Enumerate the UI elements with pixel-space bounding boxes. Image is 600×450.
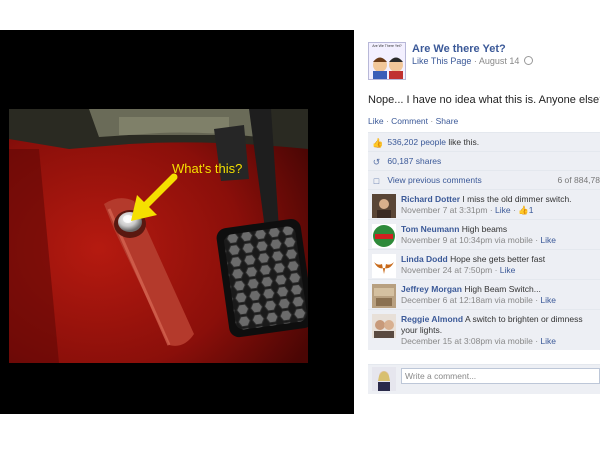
shares-count[interactable]: 60,187 shares <box>387 156 441 166</box>
comment-item: Tom Neumann High beams November 9 at 10:… <box>368 219 600 249</box>
comment-like-link[interactable]: Like <box>540 235 556 245</box>
comment-time[interactable]: December 15 at 3:08pm via mobile <box>401 336 533 346</box>
comment-item: Linda Dodd Hope she gets better fast Nov… <box>368 249 600 279</box>
commenter-avatar[interactable] <box>372 194 396 218</box>
post-sidebar: Are We There Yet? Are We there Yet? Like… <box>361 30 600 414</box>
page-avatar-text: Are We There Yet? <box>372 44 402 48</box>
shares-row: ↺ 60,187 shares <box>368 151 600 170</box>
comment-item: Jeffrey Morgan High Beam Switch... Decem… <box>368 279 600 309</box>
comment-meta: December 15 at 3:08pm via mobile · Like <box>401 336 556 346</box>
comment-text: Hope she gets better fast <box>450 254 546 264</box>
commenter-avatar[interactable] <box>372 284 396 308</box>
comment-bubble-icon: □ <box>373 176 380 186</box>
like-action[interactable]: Like <box>368 116 384 126</box>
comment-text: I miss the old dimmer switch. <box>462 194 572 204</box>
comment-time[interactable]: November 24 at 7:50pm <box>401 265 492 275</box>
comment-like-link[interactable]: Like <box>540 295 556 305</box>
comment-like-link[interactable]: Like <box>500 265 516 275</box>
commenter-avatar[interactable] <box>372 314 396 338</box>
comment-item: Reggie Almond A switch to brighten or di… <box>368 309 600 350</box>
comment-meta: December 6 at 12:18am via mobile · Like <box>401 295 556 305</box>
write-comment-input[interactable]: Write a comment... <box>401 368 600 384</box>
avatar-longhorn-icon <box>372 254 396 278</box>
like-page-link[interactable]: Like This Page <box>412 56 471 66</box>
view-previous-row: □ View previous comments 6 of 884,78 <box>368 170 600 189</box>
comment-meta: November 7 at 3:31pm · Like · 👍1 <box>401 205 534 215</box>
page-name[interactable]: Are We there Yet? <box>412 43 506 55</box>
page-avatar[interactable]: Are We There Yet? <box>368 42 406 80</box>
comment-composer: Write a comment... <box>368 364 600 394</box>
view-previous-link[interactable]: View previous comments <box>387 175 481 185</box>
photo-viewer: What's this? <box>0 30 354 414</box>
comment-author[interactable]: Reggie Almond <box>401 314 463 324</box>
comment-like-count[interactable]: 1 <box>529 205 534 215</box>
post-stats: 👍 536,202 people like this. ↺ 60,187 sha… <box>368 132 600 350</box>
commenter-avatar[interactable] <box>372 254 396 278</box>
comment-like-link[interactable]: Like <box>495 205 511 215</box>
comment-author[interactable]: Tom Neumann <box>401 224 459 234</box>
likes-count[interactable]: 536,202 people <box>387 137 446 147</box>
share-icon: ↺ <box>372 157 381 167</box>
page-meta: Like This Page · August 14 <box>412 56 533 66</box>
thumbs-up-icon: 👍 <box>518 205 529 215</box>
comment-pagination: 6 of 884,78 <box>557 175 600 185</box>
current-user-avatar <box>372 367 396 391</box>
post-actions: Like · Comment · Share <box>368 116 458 126</box>
thumbs-up-icon: 👍 <box>372 138 384 148</box>
comment-like-link[interactable]: Like <box>540 336 556 346</box>
comment-action[interactable]: Comment <box>391 116 428 126</box>
commenter-avatar[interactable] <box>372 224 396 248</box>
comment-time[interactable]: December 6 at 12:18am via mobile <box>401 295 533 305</box>
post-photo[interactable]: What's this? <box>9 109 308 363</box>
user-avatar-icon <box>372 367 396 391</box>
avatar-badge-icon <box>372 224 396 248</box>
avatar-photo-icon <box>372 314 396 338</box>
post-date[interactable]: August 14 <box>479 56 520 66</box>
comment-author[interactable]: Linda Dodd <box>401 254 448 264</box>
avatar-photo-icon <box>372 194 396 218</box>
cartoon-kids-icon <box>373 57 403 79</box>
post-text: Nope... I have no idea what this is. Any… <box>368 94 600 106</box>
comment-author[interactable]: Richard Dotter <box>401 194 460 204</box>
comment-meta: November 9 at 10:34pm via mobile · Like <box>401 235 556 245</box>
photo-caption: What's this? <box>172 161 243 176</box>
comment-time[interactable]: November 7 at 3:31pm <box>401 205 487 215</box>
avatar-photo-icon <box>372 284 396 308</box>
comment-text: High Beam Switch... <box>464 284 541 294</box>
globe-icon <box>523 56 533 65</box>
likes-suffix: like this. <box>448 137 480 147</box>
car-floor-illustration <box>9 109 308 363</box>
comment-time[interactable]: November 9 at 10:34pm via mobile <box>401 235 533 245</box>
likes-row: 👍 536,202 people like this. <box>368 132 600 151</box>
comment-meta: November 24 at 7:50pm · Like <box>401 265 516 275</box>
share-action[interactable]: Share <box>436 116 459 126</box>
comment-text: High beams <box>461 224 508 234</box>
comment-item: Richard Dotter I miss the old dimmer swi… <box>368 189 600 219</box>
comment-author[interactable]: Jeffrey Morgan <box>401 284 462 294</box>
